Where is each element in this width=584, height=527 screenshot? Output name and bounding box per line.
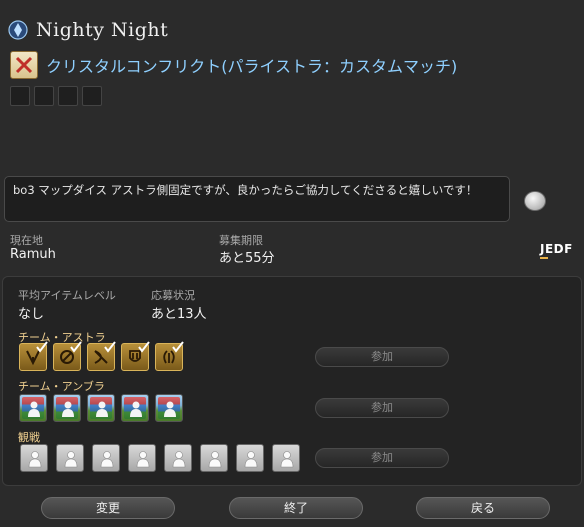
- chat-bubble-icon[interactable]: [524, 191, 546, 211]
- open-slot[interactable]: [19, 394, 47, 422]
- empty-slot: [34, 86, 54, 106]
- location-label: 現在地: [10, 234, 43, 247]
- open-slot[interactable]: [53, 394, 81, 422]
- person-icon: [164, 401, 176, 417]
- spectator-slot[interactable]: [128, 444, 156, 472]
- spectator-slot[interactable]: [200, 444, 228, 472]
- language-underline: [540, 257, 548, 259]
- person-icon: [96, 401, 108, 417]
- person-icon: [64, 451, 78, 468]
- open-slot[interactable]: [87, 394, 115, 422]
- avg-item-level-label: 平均アイテムレベル: [18, 289, 116, 302]
- duty-name: クリスタルコンフリクト(パライストラ：カスタムマッチ): [46, 57, 458, 76]
- team-astra-slots: [19, 341, 184, 371]
- job-slot-filled[interactable]: [155, 341, 184, 371]
- join-team-astra-button[interactable]: 参加: [315, 347, 449, 367]
- spectator-slot[interactable]: [272, 444, 300, 472]
- empty-slot: [58, 86, 78, 106]
- application-label: 応募状況: [151, 289, 195, 302]
- back-button[interactable]: 戻る: [416, 497, 550, 519]
- person-icon: [208, 451, 222, 468]
- spectator-slot[interactable]: [164, 444, 192, 472]
- join-spectate-button[interactable]: 参加: [315, 448, 449, 468]
- party-title: Nighty Night: [36, 19, 169, 41]
- change-button[interactable]: 変更: [41, 497, 175, 519]
- comment-box: bo3 マップダイス アストラ側固定ですが、良かったらご協力してくださると嬉しい…: [4, 176, 510, 222]
- job-slot-filled[interactable]: [87, 341, 116, 371]
- comment-text: bo3 マップダイス アストラ側固定ですが、良かったらご協力してくださると嬉しい…: [13, 183, 478, 197]
- open-slot[interactable]: [155, 394, 183, 422]
- person-icon: [100, 451, 114, 468]
- spectator-slot[interactable]: [236, 444, 264, 472]
- spectator-slot[interactable]: [20, 444, 48, 472]
- person-icon: [28, 451, 42, 468]
- check-icon: [104, 341, 116, 353]
- empty-slot: [10, 86, 30, 106]
- job-slot-filled[interactable]: [19, 341, 48, 371]
- job-slot-filled[interactable]: [53, 341, 82, 371]
- check-icon: [70, 341, 82, 353]
- person-icon: [62, 401, 74, 417]
- language-tag: JEDF: [540, 242, 573, 256]
- person-icon: [136, 451, 150, 468]
- spectator-slot[interactable]: [92, 444, 120, 472]
- join-team-umbra-button[interactable]: 参加: [315, 398, 449, 418]
- team-umbra-label: チーム・アンブラ: [18, 380, 105, 393]
- person-icon: [244, 451, 258, 468]
- application-value: あと13人: [151, 307, 207, 322]
- end-button[interactable]: 終了: [229, 497, 363, 519]
- crossed-swords-icon: [10, 51, 38, 79]
- open-slot[interactable]: [121, 394, 149, 422]
- avg-item-level-value: なし: [18, 307, 45, 322]
- duty-row: クリスタルコンフリクト(パライストラ：カスタムマッチ): [10, 50, 457, 80]
- job-slot-filled[interactable]: [121, 341, 150, 371]
- empty-slot: [82, 86, 102, 106]
- location-value: Ramuh: [10, 247, 56, 262]
- crystal-icon: [8, 20, 28, 40]
- person-icon: [172, 451, 186, 468]
- spectate-label: 観戦: [18, 431, 40, 444]
- spectator-slot[interactable]: [56, 444, 84, 472]
- person-icon: [28, 401, 40, 417]
- deadline-label: 募集期限: [219, 234, 263, 247]
- team-umbra-slots: [19, 394, 183, 422]
- check-icon: [138, 341, 150, 353]
- check-icon: [36, 341, 48, 353]
- person-icon: [130, 401, 142, 417]
- title-row: Nighty Night: [8, 16, 168, 44]
- person-icon: [280, 451, 294, 468]
- duty-slots: [10, 86, 102, 106]
- deadline-value: あと55分: [219, 251, 275, 266]
- check-icon: [172, 341, 184, 353]
- spectator-slots: [20, 444, 300, 472]
